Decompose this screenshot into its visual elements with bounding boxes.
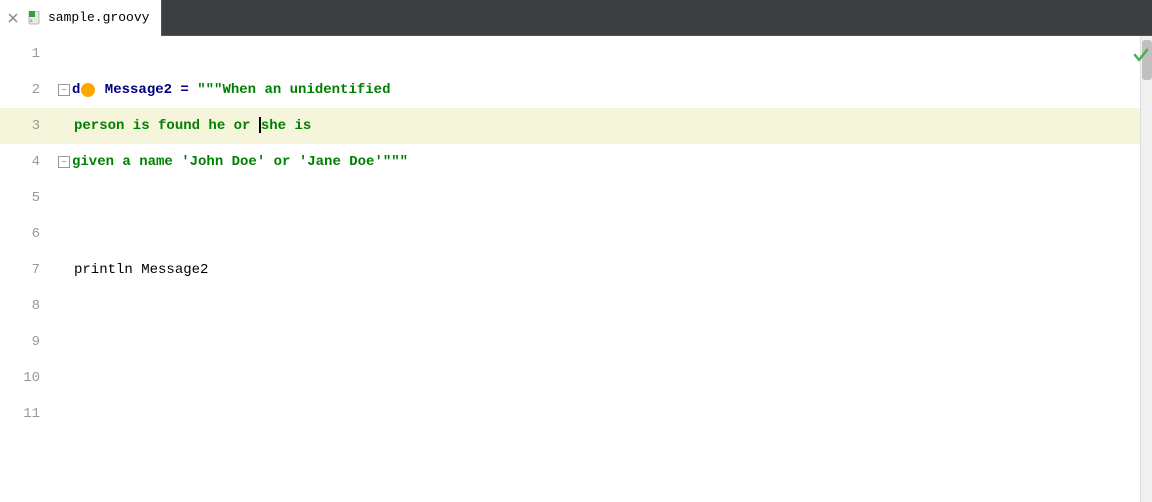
line-numbers: 1 2 3 4 5 6 7 8 9 10 11	[0, 36, 50, 502]
code-line-8	[58, 288, 1140, 324]
line-number-9: 9	[0, 324, 50, 360]
code-line-9	[58, 324, 1140, 360]
line-number-8: 8	[0, 288, 50, 324]
breakpoint-indicator	[81, 83, 95, 97]
file-icon: G	[28, 11, 42, 25]
code-line-7: println Message2	[58, 252, 1140, 288]
string-line3: person is found he or	[74, 118, 259, 134]
string-line3b: she is	[261, 118, 311, 134]
code-line-11	[58, 396, 1140, 432]
line-number-4: 4	[0, 144, 50, 180]
editor-body: 1 2 3 4 5 6 7 8 9 10 11 − d Message2 =	[0, 36, 1152, 502]
line-number-5: 5	[0, 180, 50, 216]
fold-marker-4[interactable]: −	[58, 156, 70, 168]
tab-bar: G sample.groovy	[0, 0, 1152, 36]
line-number-10: 10	[0, 360, 50, 396]
editor-container: G sample.groovy 1 2 3 4 5 6 7 8 9 10 11	[0, 0, 1152, 502]
code-line-2: − d Message2 = """When an unidentified	[58, 72, 1140, 108]
cursor	[259, 117, 261, 133]
code-area[interactable]: − d Message2 = """When an unidentified p…	[50, 36, 1140, 502]
fold-spacer-3	[58, 120, 72, 132]
line-number-6: 6	[0, 216, 50, 252]
tab-label: sample.groovy	[48, 10, 149, 25]
code-line-5	[58, 180, 1140, 216]
println-statement: println Message2	[74, 262, 208, 278]
code-line-3: person is found he or she is	[50, 108, 1140, 144]
keyword-def: d	[72, 82, 80, 98]
fold-marker-2[interactable]: −	[58, 84, 70, 96]
line-number-1: 1	[0, 36, 50, 72]
checkmark-icon	[1130, 44, 1152, 66]
code-line-4: − given a name 'John Doe' or 'Jane Doe'"…	[58, 144, 1140, 180]
line-number-2: 2	[0, 72, 50, 108]
string-line4: given a name 'John Doe' or 'Jane Doe'"""	[72, 154, 408, 170]
code-line-6	[58, 216, 1140, 252]
line-number-3: 3	[0, 108, 50, 144]
keyword-def2: Message2 =	[96, 82, 197, 98]
close-icon[interactable]	[8, 13, 18, 23]
string-start: """When an unidentified	[197, 82, 390, 98]
fold-spacer-7	[58, 264, 72, 276]
line-number-7: 7	[0, 252, 50, 288]
line-number-11: 11	[0, 396, 50, 432]
scrollbar[interactable]	[1140, 36, 1152, 502]
code-line-10	[58, 360, 1140, 396]
code-line-1	[58, 36, 1140, 72]
